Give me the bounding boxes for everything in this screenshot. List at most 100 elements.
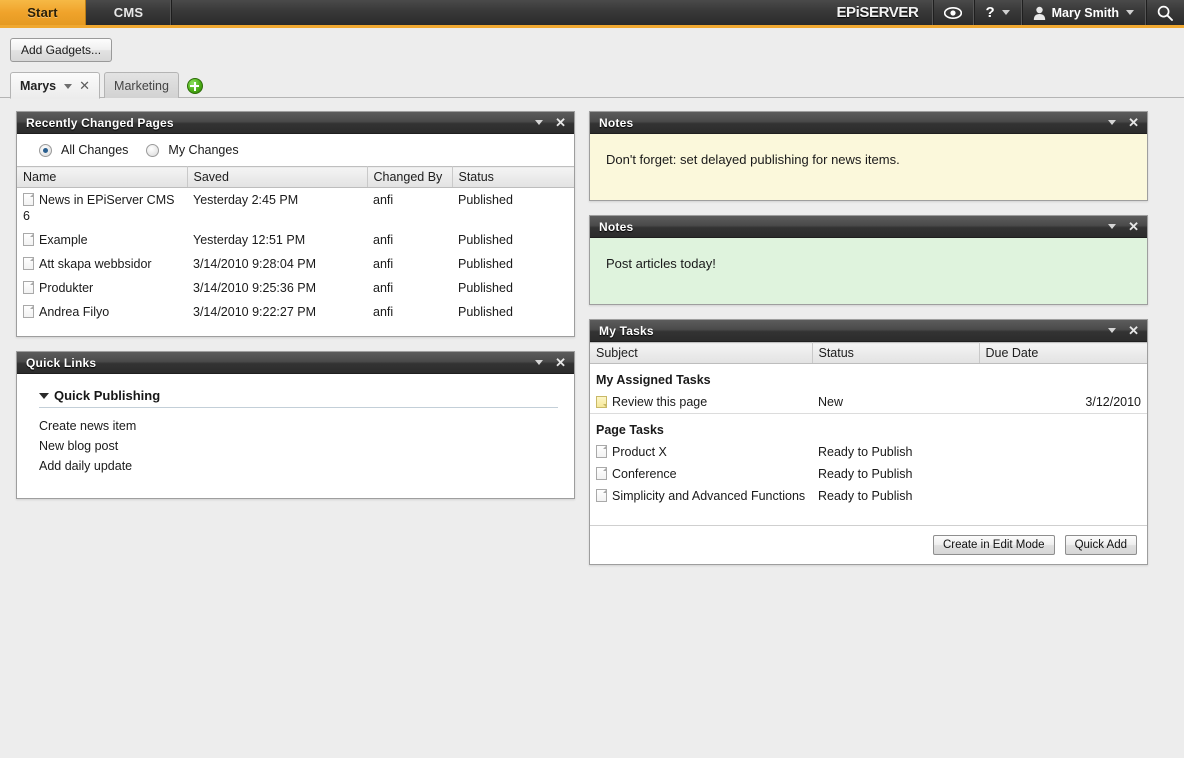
cell-subject[interactable]: Simplicity and Advanced Functions — [590, 485, 812, 525]
help-menu-button[interactable]: ? — [973, 0, 1020, 25]
nav-tab-start[interactable]: Start — [0, 0, 86, 25]
search-icon — [1157, 5, 1173, 21]
table-row[interactable]: News in EPiServer CMS 6 Yesterday 2:45 P… — [17, 188, 574, 229]
column-header-subject[interactable]: Subject — [590, 342, 813, 364]
gadget-body: Subject Status Due Date My Assigned Task… — [590, 342, 1147, 564]
add-gadgets-button[interactable]: Add Gadgets... — [10, 38, 113, 62]
search-button[interactable] — [1145, 0, 1184, 25]
cell-status: Published — [458, 281, 513, 295]
global-header: Start CMS EPi SERVER ? Mary Smith — [0, 0, 1184, 28]
table-row[interactable]: Andrea Filyo 3/14/2010 9:22:27 PM anfi P… — [17, 300, 574, 324]
table-row[interactable]: Review this page New 3/12/2010 — [590, 391, 1147, 414]
dashboard-tab-marketing[interactable]: Marketing — [104, 72, 179, 98]
chevron-down-icon[interactable] — [535, 120, 544, 125]
close-icon[interactable]: ✕ — [1127, 324, 1140, 337]
page-icon — [23, 305, 34, 318]
quick-link-new-blog-post[interactable]: New blog post — [39, 436, 558, 456]
column-header-status[interactable]: Status — [812, 342, 980, 364]
close-icon[interactable]: ✕ — [1127, 116, 1140, 129]
task-subject-label: Product X — [612, 445, 667, 459]
cell-name[interactable]: Produkter — [17, 276, 187, 300]
quick-link-create-news-item[interactable]: Create news item — [39, 416, 558, 436]
cell-name[interactable]: Att skapa webbsidor — [17, 252, 187, 276]
cell-subject[interactable]: Product X — [590, 441, 812, 463]
chevron-down-icon[interactable] — [1108, 224, 1117, 229]
create-in-edit-mode-button[interactable]: Create in Edit Mode — [932, 535, 1055, 555]
table-row[interactable]: Att skapa webbsidor 3/14/2010 9:28:04 PM… — [17, 252, 574, 276]
gadget-title: Notes — [599, 219, 634, 234]
table-row[interactable]: Simplicity and Advanced Functions Ready … — [590, 485, 1147, 525]
gadget-title: Quick Links — [26, 355, 97, 370]
dashboard-tab-marketing-label: Marketing — [114, 78, 169, 93]
cell-subject[interactable]: Review this page — [590, 391, 812, 414]
close-icon[interactable]: ✕ — [79, 79, 90, 92]
table-row[interactable]: Conference Ready to Publish — [590, 463, 1147, 485]
table-row[interactable]: Product X Ready to Publish — [590, 441, 1147, 463]
page-icon — [23, 281, 34, 294]
logo-text-server: SERVER — [859, 4, 919, 21]
user-menu-button[interactable]: Mary Smith — [1020, 0, 1145, 25]
cell-name[interactable]: News in EPiServer CMS 6 — [17, 188, 187, 229]
view-mode-button[interactable] — [932, 0, 973, 25]
gadget-title: Recently Changed Pages — [26, 115, 174, 130]
page-icon — [23, 233, 34, 246]
cell-saved: 3/14/2010 9:22:27 PM — [193, 305, 317, 319]
note-text[interactable]: Don't forget: set delayed publishing for… — [590, 134, 1147, 200]
page-name-label: Att skapa webbsidor — [39, 257, 152, 271]
table-row[interactable]: Produkter 3/14/2010 9:25:36 PM anfi Publ… — [17, 276, 574, 300]
user-name-label: Mary Smith — [1051, 5, 1119, 20]
cell-changed-by: anfi — [373, 257, 394, 271]
cell-status: Published — [458, 233, 513, 247]
page-name-label: News in EPiServer CMS 6 — [23, 193, 175, 223]
page-icon — [596, 489, 607, 502]
nav-tab-cms[interactable]: CMS — [86, 0, 172, 25]
cell-name[interactable]: Andrea Filyo — [17, 300, 187, 324]
gadget-header: Notes ✕ — [590, 112, 1147, 134]
cell-due-date — [979, 441, 1147, 463]
note-text[interactable]: Post articles today! — [590, 238, 1147, 304]
dashboard-board: Recently Changed Pages ✕ All Changes My … — [0, 98, 1184, 565]
column-header-name[interactable]: Name — [17, 166, 188, 188]
close-icon[interactable]: ✕ — [554, 356, 567, 369]
quick-publishing-section-header[interactable]: Quick Publishing — [39, 388, 558, 408]
chevron-down-icon[interactable] — [1108, 328, 1117, 333]
gadget-body: All Changes My Changes Name Saved Change… — [17, 134, 574, 336]
task-subject-label: Simplicity and Advanced Functions — [612, 489, 806, 503]
gadget-body: Quick Publishing Create news item New bl… — [17, 374, 574, 498]
header-spacer — [172, 0, 826, 25]
radio-all-changes[interactable] — [39, 143, 52, 157]
radio-all-changes-label[interactable]: All Changes — [61, 143, 128, 157]
task-group-label: Page Tasks — [596, 423, 664, 437]
column-header-changed-by[interactable]: Changed By — [367, 166, 453, 188]
column-header-status[interactable]: Status — [452, 166, 574, 188]
close-icon[interactable]: ✕ — [554, 116, 567, 129]
quick-add-button[interactable]: Quick Add — [1064, 535, 1137, 555]
page-icon — [23, 193, 34, 206]
dashboard-column-left: Recently Changed Pages ✕ All Changes My … — [16, 111, 575, 499]
column-header-due-date[interactable]: Due Date — [979, 342, 1147, 364]
radio-my-changes-label[interactable]: My Changes — [168, 143, 238, 157]
quick-link-add-daily-update[interactable]: Add daily update — [39, 456, 558, 476]
nav-tab-cms-label: CMS — [113, 5, 144, 20]
chevron-down-icon — [1001, 10, 1010, 15]
cell-status: Published — [458, 305, 513, 319]
cell-subject[interactable]: Conference — [590, 463, 812, 485]
changes-filter-group: All Changes My Changes — [17, 134, 574, 166]
table-row[interactable]: Example Yesterday 12:51 PM anfi Publishe… — [17, 228, 574, 252]
gadget-header: Recently Changed Pages ✕ — [17, 112, 574, 134]
dashboard-tab-marys[interactable]: Marys ✕ — [10, 72, 101, 99]
gadget-title: My Tasks — [599, 323, 654, 338]
chevron-down-icon[interactable] — [64, 84, 73, 89]
gadget-my-tasks: My Tasks ✕ Subject Status Due Date My As… — [589, 319, 1148, 565]
close-icon[interactable]: ✕ — [1127, 220, 1140, 233]
task-group-label: My Assigned Tasks — [596, 373, 711, 387]
column-header-saved[interactable]: Saved — [187, 166, 368, 188]
chevron-down-icon[interactable] — [535, 360, 544, 365]
episerver-logo: EPi SERVER — [826, 0, 932, 25]
cell-name[interactable]: Example — [17, 228, 187, 252]
task-subject-label: Conference — [612, 467, 677, 481]
add-tab-button[interactable] — [186, 78, 203, 94]
page-icon — [596, 467, 607, 480]
chevron-down-icon[interactable] — [1108, 120, 1117, 125]
radio-my-changes[interactable] — [146, 143, 160, 157]
